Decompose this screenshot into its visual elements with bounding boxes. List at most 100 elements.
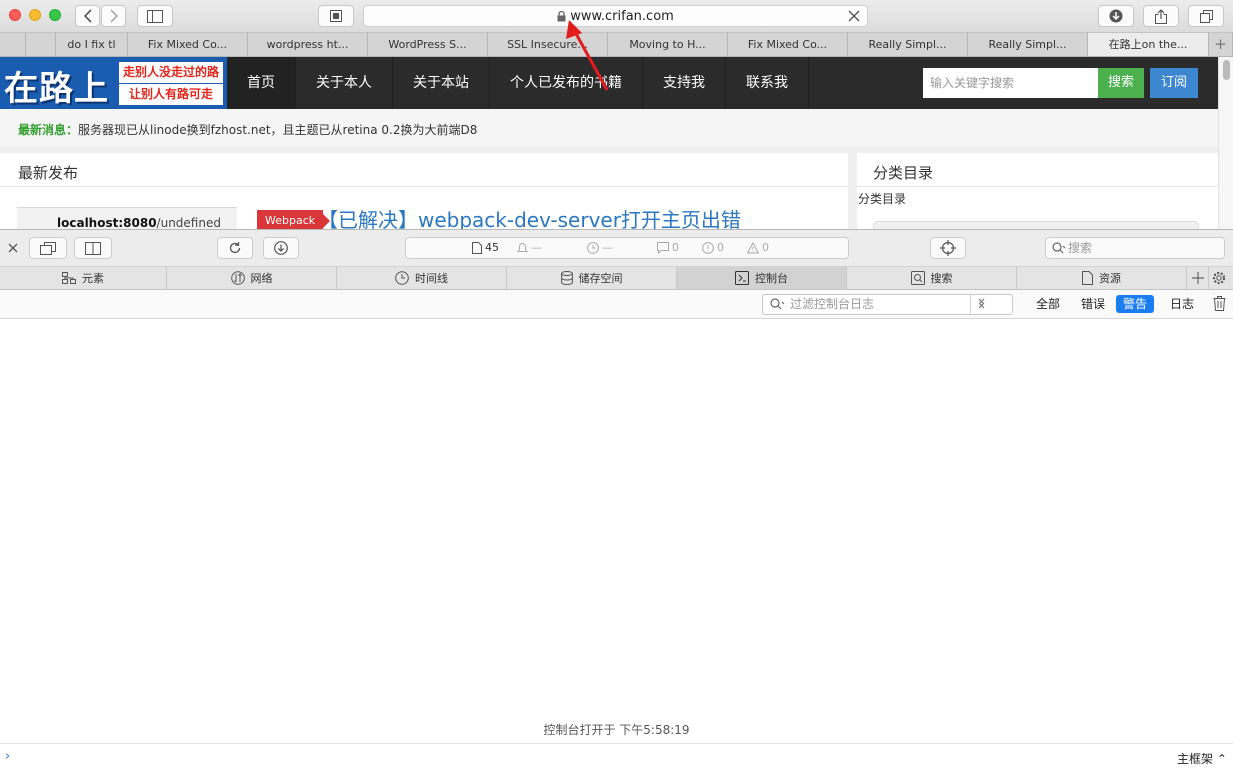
downloads-button[interactable] <box>1098 5 1134 27</box>
filter-navigation <box>970 295 1012 314</box>
filter-logs[interactable]: 日志 <box>1163 295 1201 313</box>
category-badge[interactable]: Webpack <box>257 210 331 229</box>
trash-icon[interactable] <box>1213 296 1226 311</box>
subscribe-button[interactable]: 订阅 <box>1150 68 1198 98</box>
tab-search[interactable]: 搜索 <box>847 267 1017 289</box>
filter-warnings[interactable]: 警告 <box>1116 295 1155 313</box>
tab[interactable]: SSL Insecure... <box>488 33 608 56</box>
chevron-right-icon[interactable] <box>978 298 985 309</box>
divider <box>0 186 848 187</box>
gear-icon <box>1212 271 1226 285</box>
thumb-path: /undefined <box>156 216 221 229</box>
tab-resources[interactable]: 资源 <box>1017 267 1187 289</box>
tab[interactable]: Fix Mixed Co... <box>128 33 248 56</box>
logo-title: 在路上 <box>4 69 109 109</box>
scrollbar-thumb[interactable] <box>1223 60 1230 80</box>
tab-storage[interactable]: 储存空间 <box>507 267 677 289</box>
inspect-element-button[interactable] <box>930 237 966 259</box>
log-count: 0 <box>657 241 679 254</box>
browser-toolbar: www.crifan.com <box>0 0 1233 33</box>
site-search-button[interactable]: 搜索 <box>1098 68 1144 98</box>
logo-slogan-1: 走别人没走过的路 <box>119 62 223 83</box>
tab[interactable]: do I fix tl <box>56 33 128 56</box>
back-button[interactable] <box>75 5 100 27</box>
add-tab-button[interactable] <box>1187 267 1209 289</box>
page-scrollbar[interactable] <box>1218 57 1233 229</box>
tab-timelines[interactable]: 时间线 <box>337 267 507 289</box>
message-icon <box>657 241 669 254</box>
inspector-search-input[interactable]: 搜索 <box>1045 237 1225 259</box>
window-icon <box>40 241 56 255</box>
tab[interactable]: Fix Mixed Co... <box>728 33 848 56</box>
post-thumbnail[interactable]: localhost:8080/undefined <box>17 207 237 229</box>
warning-count-value: 0 <box>762 241 769 254</box>
nav-item-about-me[interactable]: 关于本人 <box>296 57 393 109</box>
tab-console[interactable]: 控制台 <box>677 267 847 289</box>
log-count-value: 0 <box>672 241 679 254</box>
dock-side-button[interactable] <box>74 237 112 259</box>
inspector-toolbar: 45 — — 0 0 0 搜索 <box>0 229 1233 267</box>
nav-item-books[interactable]: 个人已发布的书籍 <box>490 57 643 109</box>
console-filter-input[interactable]: 过滤控制台日志 <box>762 294 1013 315</box>
nav-item-about-site[interactable]: 关于本站 <box>393 57 490 109</box>
nav-item-support[interactable]: 支持我 <box>643 57 726 109</box>
tab[interactable] <box>0 33 26 56</box>
close-icon[interactable] <box>847 9 861 23</box>
tab[interactable] <box>26 33 56 56</box>
tab-elements[interactable]: 元素 <box>0 267 167 289</box>
news-text[interactable]: 服务器现已从linode换到fzhost.net，且主题已从retina 0.2… <box>78 121 477 138</box>
tab[interactable]: Moving to H... <box>608 33 728 56</box>
categories-select[interactable] <box>873 221 1199 229</box>
minimize-window-button[interactable] <box>29 9 41 21</box>
stop-icon <box>330 10 342 22</box>
tab-overview-button[interactable] <box>1188 5 1224 27</box>
tab[interactable]: WordPress S... <box>368 33 488 56</box>
download-icon <box>274 241 288 255</box>
detach-inspector-button[interactable] <box>29 237 67 259</box>
crosshair-icon <box>940 240 956 256</box>
tab[interactable]: Really Simpl... <box>968 33 1088 56</box>
tab[interactable]: wordpress ht... <box>248 33 368 56</box>
frame-selector[interactable]: 主框架 ⌃ <box>1177 750 1227 767</box>
close-window-button[interactable] <box>9 9 21 21</box>
site-logo[interactable]: 在路上 走别人没走过的路 让别人有路可走 <box>0 57 227 109</box>
settings-button[interactable] <box>1209 267 1229 289</box>
logo-slogan-2: 让别人有路可走 <box>119 84 223 105</box>
error-count-value: 0 <box>717 241 724 254</box>
clock-icon <box>395 271 409 285</box>
search-icon <box>1052 242 1066 254</box>
zoom-window-button[interactable] <box>49 9 61 21</box>
latest-posts-title: 最新发布 <box>18 164 79 182</box>
close-icon[interactable] <box>8 243 18 253</box>
share-button[interactable] <box>1143 5 1179 27</box>
nav-item-home[interactable]: 首页 <box>227 57 296 109</box>
tab-console-label: 控制台 <box>755 272 788 285</box>
load-time-value: — <box>531 241 542 254</box>
download-archive-button[interactable] <box>263 237 299 259</box>
new-tab-button[interactable]: + <box>1209 33 1233 56</box>
tab-active[interactable]: 在路上on the... <box>1088 33 1209 56</box>
site-search-input[interactable]: 输入关键字搜索 <box>923 68 1098 98</box>
reload-button[interactable] <box>217 237 253 259</box>
console-prompt-row[interactable]: › 主框架 ⌃ <box>0 743 1233 771</box>
web-page: 在路上 走别人没走过的路 让别人有路可走 首页 关于本人 关于本站 个人已发布的… <box>0 57 1218 229</box>
forward-button[interactable] <box>101 5 126 27</box>
share-icon <box>1155 8 1167 24</box>
address-bar[interactable]: www.crifan.com <box>363 5 868 27</box>
sidebar-toggle-button[interactable] <box>137 5 173 27</box>
thumb-host: localhost:8080 <box>57 216 157 229</box>
warning-count: 0 <box>747 241 769 254</box>
site-header: 在路上 走别人没走过的路 让别人有路可走 首页 关于本人 关于本站 个人已发布的… <box>0 57 1218 109</box>
tab-bar: do I fix tl Fix Mixed Co... wordpress ht… <box>0 33 1233 57</box>
activity-status[interactable]: 45 — — 0 0 0 <box>405 237 849 259</box>
tab[interactable]: Really Simpl... <box>848 33 968 56</box>
tab-network[interactable]: 网络 <box>167 267 337 289</box>
filter-errors[interactable]: 错误 <box>1074 295 1112 313</box>
reader-view-button[interactable] <box>318 5 354 27</box>
post-title-link[interactable]: 【已解决】webpack-dev-server打开主页出错 <box>318 204 741 229</box>
console-prompt[interactable]: › <box>5 749 10 764</box>
error-icon <box>702 241 714 254</box>
nav-item-contact[interactable]: 联系我 <box>726 57 809 109</box>
dom-time: — <box>587 241 613 254</box>
filter-all[interactable]: 全部 <box>1029 295 1067 313</box>
